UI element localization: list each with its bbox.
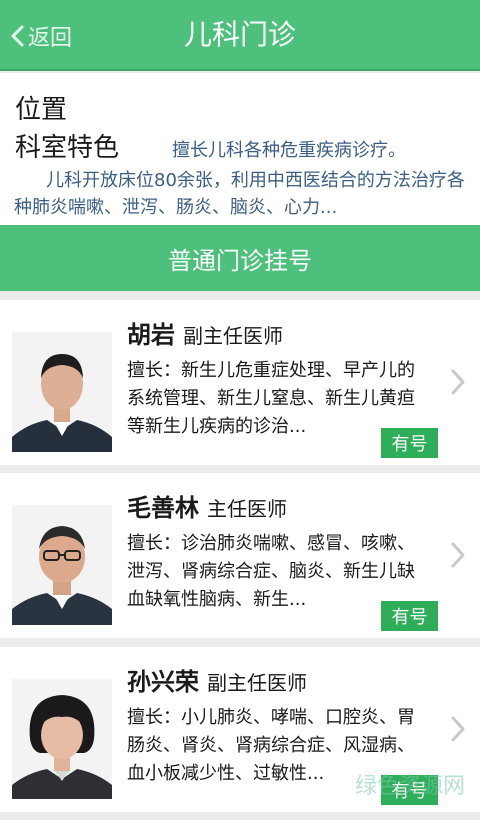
department-summary: 擅长儿科各种危重疾病诊疗。 (172, 140, 406, 161)
doctor-photo (12, 679, 112, 799)
doctor-rank: 副主任医师 (207, 671, 307, 695)
doctor-card[interactable]: 毛善林 主任医师 擅长：诊治肺炎喘嗽、感冒、咳嗽、泄泻、肾病综合症、脑炎、新生儿缺… (0, 473, 480, 638)
availability-badge: 有号 (381, 601, 438, 631)
department-info: 位置 科室特色 擅长儿科各种危重疾病诊疗。 儿科开放床位80余张，利用中西医结合… (0, 73, 480, 225)
chevron-right-icon (451, 542, 465, 568)
doctor-rank: 副主任医师 (183, 324, 283, 348)
availability-badge: 有号 (381, 775, 438, 805)
doctor-name: 孙兴荣 副主任医师 (127, 667, 307, 698)
availability-badge: 有号 (381, 428, 438, 458)
doctor-name-text: 孙兴荣 (127, 668, 199, 696)
department-feature-label: 科室特色 (15, 133, 120, 163)
location-label: 位置 (15, 95, 68, 125)
chevron-right-icon (451, 369, 465, 395)
doctor-card[interactable]: 孙兴荣 副主任医师 擅长：小儿肺炎、哮喘、口腔炎、胃肠炎、肾炎、肾病综合症、风湿病… (0, 647, 480, 812)
general-registration-button[interactable]: 普通门诊挂号 (0, 225, 480, 291)
doctor-name: 胡岩 副主任医师 (127, 320, 283, 351)
doctor-photo (12, 332, 112, 452)
header-bar: 返回 儿科门诊 (0, 0, 480, 71)
page-title: 儿科门诊 (183, 18, 296, 51)
doctor-photo (12, 505, 112, 625)
doctor-name: 毛善林 主任医师 (127, 493, 287, 524)
doctor-name-text: 毛善林 (127, 494, 199, 522)
doctor-card[interactable]: 胡岩 副主任医师 擅长：新生儿危重症处理、早产儿的系统管理、新生儿窒息、新生儿黄疸… (0, 300, 480, 465)
doctor-name-text: 胡岩 (127, 321, 175, 349)
chevron-right-icon (451, 716, 465, 742)
department-detail: 儿科开放床位80余张，利用中西医结合的方法治疗各种肺炎喘嗽、泄泻、肠炎、脑炎、心… (14, 170, 465, 218)
doctor-rank: 主任医师 (207, 497, 287, 521)
